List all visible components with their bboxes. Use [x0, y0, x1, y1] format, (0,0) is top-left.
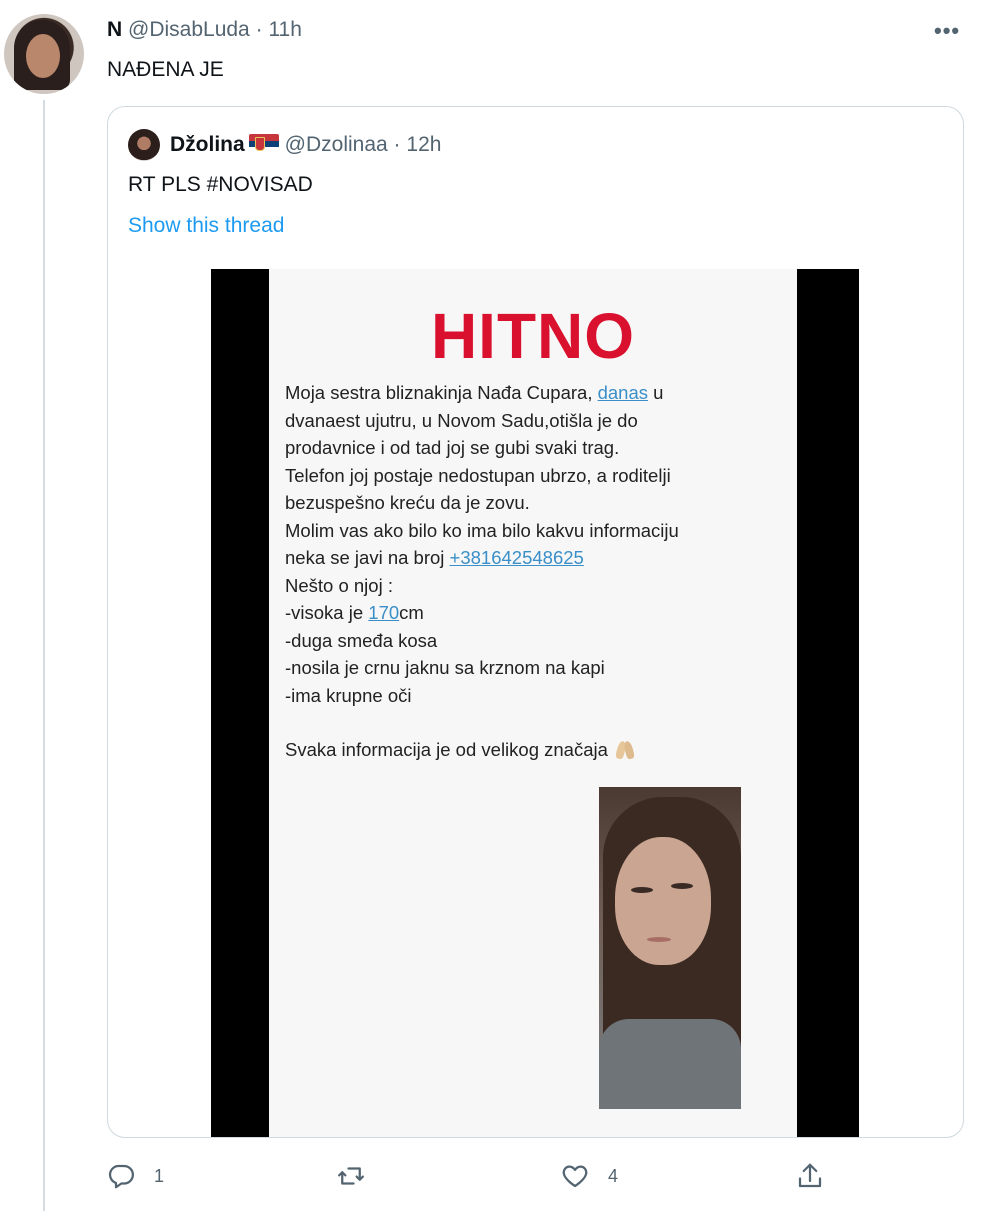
- reply-icon: [108, 1164, 134, 1189]
- tweet-text: NAĐENA JE: [107, 58, 224, 81]
- poster-text: Telefon joj postaje nedostupan ubrzo, a …: [285, 464, 671, 486]
- timestamp[interactable]: 11h: [268, 18, 301, 41]
- more-options-icon[interactable]: •••: [934, 20, 960, 42]
- quote-display-name: Džolina: [170, 133, 245, 156]
- action-bar: 1 4: [0, 1156, 1000, 1196]
- share-button[interactable]: [795, 1156, 825, 1196]
- poster-text: u: [648, 382, 664, 403]
- share-icon: [798, 1163, 822, 1188]
- poster-text: Nešto o njoj :: [285, 574, 393, 596]
- poster-text: Moja sestra bliznakinja Nađa Cupara,: [285, 382, 598, 403]
- tweet-header: N @DisabLuda · 11h: [107, 16, 302, 44]
- separator: ·: [255, 18, 263, 41]
- poster-body: Moja sestra bliznakinja Nađa Cupara, dan…: [285, 379, 755, 764]
- like-button[interactable]: 4: [560, 1156, 618, 1196]
- poster-text: neka se javi na broj: [285, 547, 450, 568]
- poster-text: dvanaest ujutru, u Novom Sadu,otišla je …: [285, 409, 638, 431]
- quote-avatar[interactable]: [128, 129, 160, 161]
- poster-text: -ima krupne oči: [285, 684, 412, 706]
- poster-text: -nosila je crnu jaknu sa krznom na kapi: [285, 657, 605, 678]
- quote-handle: @Dzolinaa: [284, 133, 388, 156]
- reply-button[interactable]: 1: [106, 1156, 164, 1196]
- poster-text: Svaka informacija je od velikog značaja: [285, 739, 608, 760]
- poster-phone-link: +381642548625: [449, 547, 584, 568]
- quoted-tweet[interactable]: Džolina @Dzolinaa · 12h RT PLS #NOVISAD S…: [107, 106, 964, 1138]
- retweet-icon: [338, 1167, 364, 1185]
- quote-header: Džolina @Dzolinaa · 12h: [170, 131, 441, 159]
- quote-timestamp: 12h: [406, 133, 442, 156]
- like-count: 4: [608, 1165, 619, 1186]
- quote-separator: ·: [393, 133, 401, 156]
- praying-hands-icon: [614, 741, 638, 759]
- show-thread-link[interactable]: Show this thread: [128, 212, 284, 240]
- poster-text: Molim vas ako bilo ko ima bilo kakvu inf…: [285, 519, 679, 541]
- person-photo: [599, 787, 741, 1109]
- serbia-flag-icon: [248, 134, 279, 154]
- poster-link: 170: [368, 602, 400, 623]
- quote-media[interactable]: HITNO Moja sestra bliznakinja Nađa Cupar…: [211, 269, 859, 1137]
- avatar[interactable]: [4, 14, 84, 94]
- retweet-button[interactable]: [336, 1156, 384, 1196]
- poster-text: bezuspešno kreću da je zovu.: [285, 492, 530, 513]
- reply-count: 1: [154, 1165, 165, 1186]
- display-name[interactable]: N: [107, 18, 122, 41]
- poster-text: -visoka je: [285, 602, 369, 623]
- heart-icon: [562, 1165, 588, 1188]
- thread-line: [43, 100, 45, 1211]
- missing-person-poster: HITNO Moja sestra bliznakinja Nađa Cupar…: [269, 269, 797, 1137]
- quote-text: RT PLS #NOVISAD: [128, 173, 313, 196]
- poster-text: prodavnice i od tad joj se gubi svaki tr…: [285, 437, 620, 458]
- poster-link: danas: [597, 382, 649, 403]
- poster-text: -duga smeđa kosa: [285, 629, 438, 651]
- poster-text: cm: [399, 602, 424, 623]
- poster-title: HITNO: [430, 300, 636, 372]
- handle[interactable]: @DisabLuda: [128, 18, 250, 41]
